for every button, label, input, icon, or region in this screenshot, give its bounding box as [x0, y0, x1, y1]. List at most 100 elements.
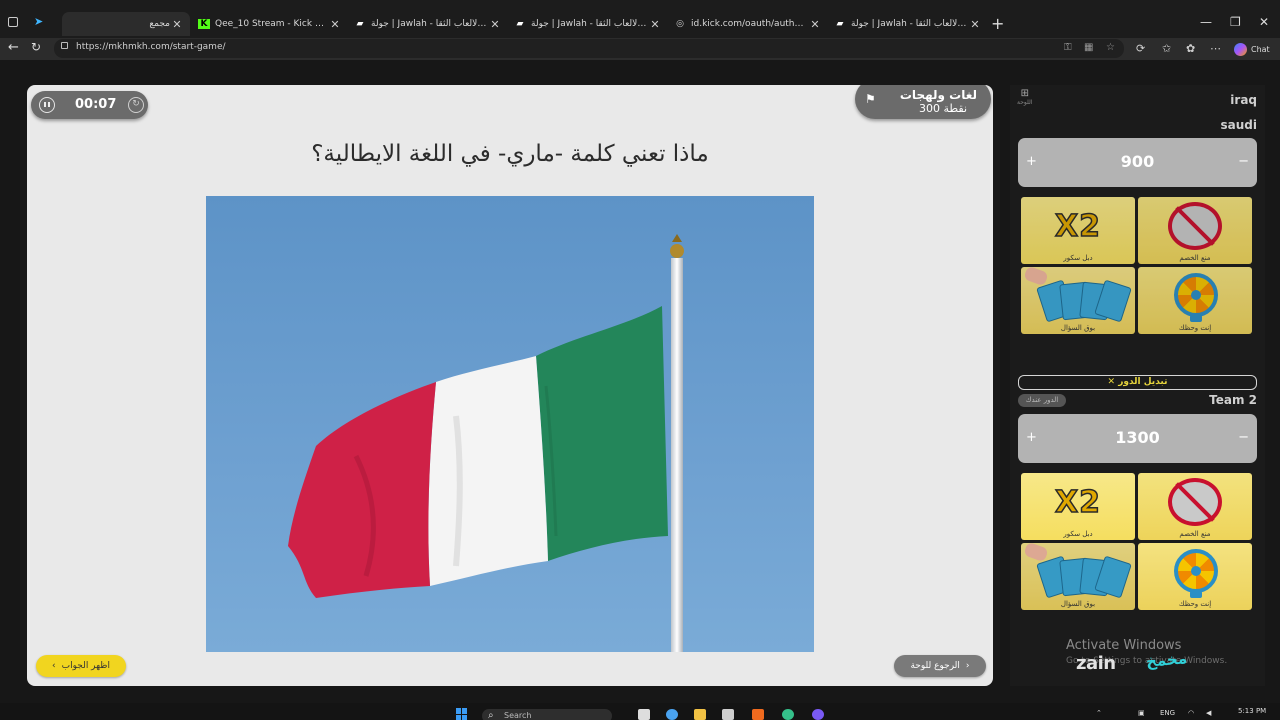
copilot-label: Chat [1251, 44, 1270, 54]
copilot-chat-button[interactable]: Chat [1234, 40, 1270, 58]
back-to-board-button[interactable]: الرجوع للوحة › [894, 655, 986, 677]
more-icon[interactable]: ⋯ [1210, 42, 1221, 55]
tray-app-icon[interactable]: ▣ [1138, 709, 1145, 717]
new-tab-button[interactable]: + [991, 14, 1004, 33]
card-label: منع الخصم [1179, 530, 1211, 538]
team-2-score: + 1300 − [1018, 414, 1257, 463]
category-badge: ⚑ لغات ولهجات 300 نقطة [855, 85, 991, 119]
close-icon[interactable]: ✕ [170, 18, 184, 31]
minimize-button[interactable]: — [1200, 15, 1212, 29]
tab-majma[interactable]: مجمع ✕ [62, 12, 190, 36]
teams-sidebar: ⊞ اللوحة iraq saudi + 900 − X2 دبل سكور … [1010, 85, 1265, 686]
file-explorer-icon[interactable] [694, 709, 706, 720]
tab-jawlah-3[interactable]: ▰ جولة | Jawlah - منصة الألعاب الثقا... … [830, 12, 986, 36]
timer-value: 00:07 [75, 97, 117, 112]
windows-start-icon[interactable] [456, 708, 468, 720]
jawlah-favicon-icon: ▰ [836, 19, 844, 29]
office-icon[interactable] [752, 709, 764, 720]
flag-icon[interactable]: ⚑ [865, 92, 876, 106]
favorites-icon[interactable]: ✩ [1162, 42, 1171, 55]
block-opponent-card[interactable]: منع الخصم [1138, 197, 1252, 264]
block-opponent-icon [1168, 478, 1222, 526]
chevron-right-icon: › [965, 661, 970, 671]
switch-turn-button[interactable]: تبديل الدور ✕ [1018, 375, 1257, 390]
jawlah-favicon-icon: ▰ [516, 19, 524, 29]
team-1-name-top: iraq [1230, 93, 1257, 107]
board-label: اللوحة [1017, 99, 1033, 106]
chevron-up-icon[interactable]: ⌃ [1096, 709, 1102, 717]
url-text[interactable]: https://mkhmkh.com/start-game/ [76, 42, 226, 52]
tab-label: مجمع [149, 19, 170, 29]
team-1-score: + 900 − [1018, 138, 1257, 187]
card-label: دبل سكور [1063, 530, 1093, 538]
task-view-icon[interactable] [638, 709, 650, 720]
italian-flag-illustration [288, 234, 684, 652]
block-opponent-card[interactable]: منع الخصم [1138, 473, 1252, 540]
close-icon[interactable]: ✕ [488, 18, 502, 31]
tab-jawlah-1[interactable]: ▰ جولة | Jawlah - منصة الألعاب الثقا... … [350, 12, 506, 36]
show-answer-button[interactable]: ‹ اظهر الجواب [36, 655, 126, 677]
extensions-icon[interactable]: ✿ [1186, 42, 1195, 55]
double-score-card[interactable]: X2 دبل سكور [1021, 197, 1135, 264]
taskbar-search[interactable]: Search [482, 709, 612, 720]
category-name: لغات ولهجات [899, 88, 977, 102]
volume-icon[interactable]: ◀ [1206, 709, 1211, 717]
copilot-app-icon[interactable] [666, 709, 678, 720]
reset-timer-icon[interactable]: ↻ [128, 97, 144, 113]
card-label: منع الخصم [1179, 254, 1211, 262]
store-icon[interactable] [722, 709, 734, 720]
wifi-icon[interactable]: ◠ [1188, 709, 1194, 717]
workspaces-icon[interactable] [8, 17, 18, 27]
close-icon[interactable]: ✕ [648, 18, 662, 31]
tab-label: Qee_10 Stream - Kick Dashboard [215, 19, 328, 29]
minus-icon[interactable]: − [1238, 430, 1249, 445]
team-2-name: Team 2 [1209, 393, 1257, 407]
tab-label: جولة | Jawlah - منصة الألعاب الثقا... [851, 19, 968, 29]
tab-kick-oauth[interactable]: ◎ id.kick.com/oauth/authorize?resp... ✕ [670, 12, 826, 36]
luck-wheel-card[interactable]: إنت وحظك [1138, 267, 1252, 334]
close-icon[interactable]: ✕ [968, 18, 982, 31]
key-icon[interactable]: ⚿ [1064, 42, 1072, 53]
close-icon[interactable]: ✕ [328, 18, 342, 31]
question-text: ماذا تعني كلمة -ماري- في اللغة الايطالية… [311, 141, 709, 167]
score-value: 1300 [1115, 428, 1160, 447]
card-label: دبل سكور [1063, 254, 1093, 262]
swap-question-card[interactable]: بوق السؤال [1021, 267, 1135, 334]
lock-icon [61, 42, 68, 49]
address-toolbar: ← ↻ https://mkhmkh.com/start-game/ ⚿ ▦ ☆… [0, 38, 1280, 60]
timer-widget: 00:07 ↻ [31, 91, 148, 119]
swap-question-card[interactable]: بوق السؤال [1021, 543, 1135, 610]
card-label: بوق السؤال [1060, 600, 1096, 608]
back-to-board-label: الرجوع للوحة [910, 661, 960, 671]
close-window-button[interactable]: ✕ [1259, 15, 1269, 29]
browser-tab-bar: ➤ مجمع ✕ K Qee_10 Stream - Kick Dashboar… [0, 0, 1280, 38]
double-score-card[interactable]: X2 دبل سكور [1021, 473, 1135, 540]
zain-logo: zain [1076, 653, 1116, 674]
star-icon[interactable]: ☆ [1106, 42, 1115, 53]
category-points: 300 نقطة [918, 102, 967, 115]
turn-badge: الدور عندك [1018, 394, 1066, 407]
refresh-icon[interactable]: ↻ [31, 40, 41, 54]
kick-favicon-icon: ➤ [34, 15, 44, 28]
tab-jawlah-2[interactable]: ▰ جولة | Jawlah - منصة الألعاب الثقا... … [510, 12, 666, 36]
refresh-page-icon[interactable]: ⟳ [1136, 42, 1145, 55]
minus-icon[interactable]: − [1238, 154, 1249, 169]
jawlah-favicon-icon: ▰ [356, 19, 364, 29]
restore-button[interactable]: ❐ [1230, 15, 1241, 29]
tab-kick-dashboard[interactable]: K Qee_10 Stream - Kick Dashboard ✕ [194, 12, 346, 36]
team-1-name: saudi [1220, 118, 1258, 132]
language-indicator[interactable]: ENG [1160, 709, 1175, 717]
url-bar[interactable]: https://mkhmkh.com/start-game/ ⚿ ▦ ☆ [54, 39, 1124, 58]
apps-icon[interactable]: ▦ [1084, 42, 1093, 53]
card-label: إنت وحظك [1178, 324, 1212, 332]
board-button[interactable]: ⊞ اللوحة [1017, 89, 1033, 107]
close-icon[interactable]: ✕ [808, 18, 822, 31]
pause-icon[interactable] [39, 97, 55, 113]
discord-icon[interactable] [812, 709, 824, 720]
back-arrow-icon[interactable]: ← [8, 40, 19, 55]
edge-icon[interactable] [782, 709, 794, 720]
luck-wheel-card[interactable]: إنت وحظك [1138, 543, 1252, 610]
kick-favicon-icon: K [198, 19, 210, 29]
score-value: 900 [1120, 152, 1155, 171]
taskbar-clock[interactable]: 5:13 PM [1238, 707, 1266, 715]
